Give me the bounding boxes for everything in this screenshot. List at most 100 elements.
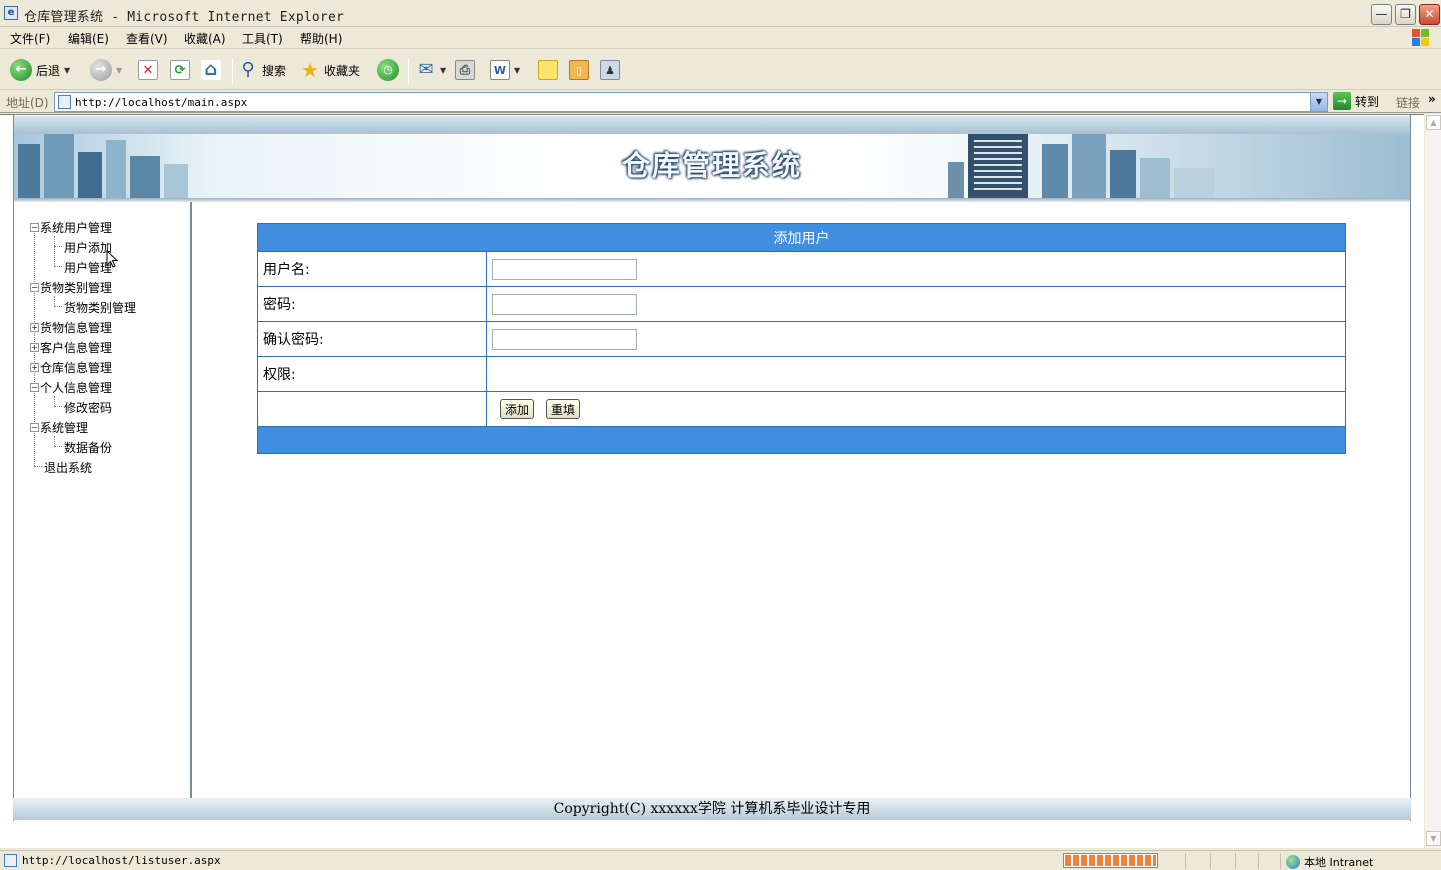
edit-dropdown-icon[interactable]: ▼ xyxy=(514,66,520,75)
sidebar-item-warehouse-info[interactable]: + 仓库信息管理 xyxy=(30,359,112,376)
go-button[interactable]: → 转到 xyxy=(1333,92,1379,110)
search-button[interactable]: ⚲ 搜索 xyxy=(238,57,286,83)
favorites-button[interactable]: ★ 收藏夹 xyxy=(300,57,360,83)
collapse-icon[interactable]: − xyxy=(30,223,39,232)
vertical-scrollbar[interactable]: ▲ ▼ xyxy=(1424,114,1441,848)
home-button[interactable]: ⌂ xyxy=(201,57,221,83)
status-bar: http://localhost/listuser.aspx 本地 Intran… xyxy=(0,850,1441,870)
menu-file[interactable]: 文件(F) xyxy=(10,30,50,47)
collapse-icon[interactable]: − xyxy=(30,383,39,392)
sidebar-item-label: 客户信息管理 xyxy=(40,341,113,355)
add-button[interactable]: 添加 xyxy=(500,399,535,419)
refresh-button[interactable]: ⟳ xyxy=(170,57,190,83)
mouse-cursor-icon xyxy=(106,250,119,268)
windows-logo-icon xyxy=(1412,29,1430,47)
address-dropdown-icon[interactable]: ▼ xyxy=(1310,93,1327,111)
sidebar-item-logout[interactable]: 退出系统 xyxy=(44,459,92,476)
sidebar-item-system-users[interactable]: − 系统用户管理 xyxy=(30,219,112,236)
sidebar-item-goods-info[interactable]: + 货物信息管理 xyxy=(30,319,112,336)
status-url: http://localhost/listuser.aspx xyxy=(22,854,221,867)
history-button[interactable]: ◷ xyxy=(377,57,399,83)
ie-app-icon[interactable]: e xyxy=(4,6,18,20)
discuss-button[interactable] xyxy=(538,57,558,83)
sidebar-item-add-user[interactable]: 用户添加 xyxy=(64,239,112,256)
collapse-icon[interactable]: − xyxy=(30,423,39,432)
sidebar-item-goods-category[interactable]: − 货物类别管理 xyxy=(30,279,112,296)
sidebar-item-label: 修改密码 xyxy=(64,401,113,415)
sidebar-item-label: 仓库信息管理 xyxy=(40,361,113,375)
security-zone[interactable]: 本地 Intranet xyxy=(1286,854,1373,870)
search-icon: ⚲ xyxy=(241,59,255,80)
sidebar-item-data-backup[interactable]: 数据备份 xyxy=(64,439,112,456)
chevron-right-icon[interactable]: » xyxy=(1428,92,1436,106)
confirm-password-cell xyxy=(486,321,1346,357)
form-footer-bar xyxy=(257,426,1346,454)
password-input[interactable] xyxy=(492,293,637,315)
username-label: 用户名: xyxy=(257,251,487,287)
add-user-form: 添加用户 用户名: 密码: 确认密码: 权限: 添加 重填 xyxy=(257,223,1346,454)
zone-label: 本地 Intranet xyxy=(1304,856,1374,869)
confirm-password-label: 确认密码: xyxy=(257,321,487,357)
go-arrow-icon: → xyxy=(1333,92,1351,110)
menu-favorites[interactable]: 收藏(A) xyxy=(184,30,226,47)
print-button[interactable]: ⎙ xyxy=(455,57,475,83)
scroll-up-icon[interactable]: ▲ xyxy=(1426,115,1441,130)
tree-connector xyxy=(54,406,62,407)
sidebar-item-manage-users[interactable]: 用户管理 xyxy=(64,259,112,276)
messenger-icon: ♟ xyxy=(600,60,620,80)
menu-help[interactable]: 帮助(H) xyxy=(300,30,342,47)
sidebar-item-goods-category-manage[interactable]: 货物类别管理 xyxy=(64,299,136,316)
maximize-button[interactable]: ❐ xyxy=(1395,4,1416,25)
back-dropdown-icon[interactable]: ▼ xyxy=(64,66,70,75)
forward-dropdown-icon[interactable]: ▼ xyxy=(116,66,122,75)
sidebar-item-label: 货物信息管理 xyxy=(40,321,113,335)
star-icon: ★ xyxy=(301,58,319,82)
home-icon: ⌂ xyxy=(201,60,221,80)
address-url[interactable]: http://localhost/main.aspx xyxy=(75,96,247,109)
refresh-icon: ⟳ xyxy=(170,60,190,80)
loading-progress-bar xyxy=(1063,853,1158,868)
empty-cell xyxy=(257,391,487,427)
stop-button[interactable]: ✕ xyxy=(138,57,158,83)
mail-icon: ✉ xyxy=(418,59,434,80)
tree-connector xyxy=(54,436,55,446)
sidebar-item-change-password[interactable]: 修改密码 xyxy=(64,399,112,416)
links-label[interactable]: 链接 xyxy=(1396,94,1420,111)
page-icon xyxy=(58,95,71,109)
note-icon xyxy=(538,60,558,80)
back-button[interactable]: ← 后退 ▼ xyxy=(10,57,70,83)
permission-cell xyxy=(486,356,1346,392)
edit-button[interactable]: W ▼ xyxy=(490,57,520,83)
window-title-bar[interactable]: e 仓库管理系统 - Microsoft Internet Explorer —… xyxy=(0,0,1441,27)
confirm-password-input[interactable] xyxy=(492,328,637,350)
sidebar-item-label: 系统用户管理 xyxy=(40,221,113,235)
close-button[interactable]: ✕ xyxy=(1419,4,1440,25)
page-status-icon xyxy=(4,854,17,867)
collapse-icon[interactable]: − xyxy=(30,283,39,292)
menu-edit[interactable]: 编辑(E) xyxy=(68,30,109,47)
expand-icon[interactable]: + xyxy=(30,363,39,372)
address-input[interactable]: http://localhost/main.aspx ▼ xyxy=(54,92,1328,112)
forward-button[interactable]: → ▼ xyxy=(90,57,122,83)
menu-tools[interactable]: 工具(T) xyxy=(242,30,283,47)
sidebar-item-label: 用户管理 xyxy=(64,261,113,275)
sidebar-item-label: 货物类别管理 xyxy=(40,281,113,295)
sidebar-item-system-management[interactable]: − 系统管理 xyxy=(30,419,88,436)
menu-view[interactable]: 查看(V) xyxy=(126,30,168,47)
mail-button[interactable]: ✉ ▼ xyxy=(416,57,446,83)
expand-icon[interactable]: + xyxy=(30,323,39,332)
mail-dropdown-icon[interactable]: ▼ xyxy=(440,66,446,75)
username-input[interactable] xyxy=(492,258,637,280)
top-strip xyxy=(14,116,1410,134)
status-divider xyxy=(1280,853,1281,869)
minimize-button[interactable]: — xyxy=(1371,4,1392,25)
expand-icon[interactable]: + xyxy=(30,343,39,352)
messenger-button[interactable]: ♟ xyxy=(600,57,620,83)
username-cell xyxy=(486,251,1346,287)
research-button[interactable]: ▯ xyxy=(569,57,589,83)
sidebar-item-customer-info[interactable]: + 客户信息管理 xyxy=(30,339,112,356)
reset-button[interactable]: 重填 xyxy=(546,399,581,419)
sidebar-item-personal-info[interactable]: − 个人信息管理 xyxy=(30,379,112,396)
scroll-down-icon[interactable]: ▼ xyxy=(1426,831,1441,846)
tree-connector xyxy=(54,446,62,447)
